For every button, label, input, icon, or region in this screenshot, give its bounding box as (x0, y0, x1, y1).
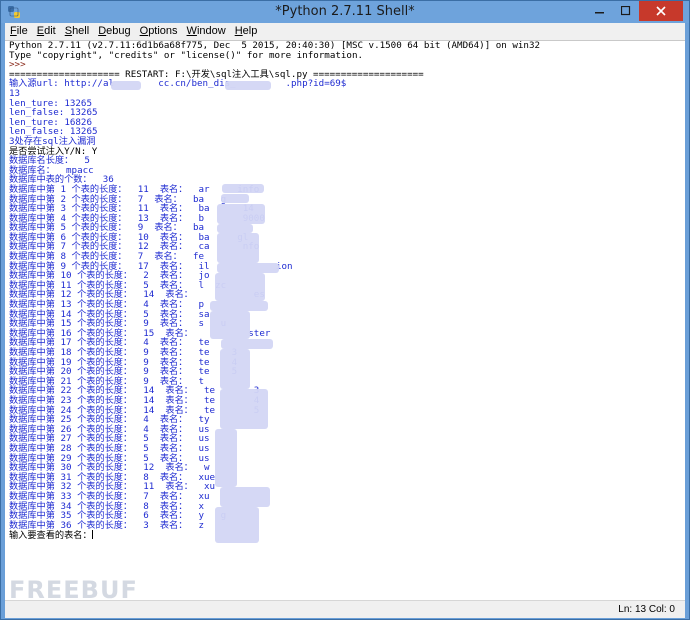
redaction-mask (215, 273, 265, 301)
menu-file[interactable]: File (5, 23, 32, 40)
menu-window[interactable]: Window (182, 23, 230, 40)
minimize-button[interactable] (587, 1, 613, 21)
redaction-mask (210, 301, 268, 311)
redaction-mask (221, 339, 273, 349)
cursor-position: Ln: 13 Col: 0 (618, 604, 675, 615)
menu-debug[interactable]: Debug (93, 23, 134, 40)
maximize-icon (621, 6, 631, 16)
menu-help[interactable]: Help (230, 23, 262, 40)
minimize-icon (595, 12, 604, 14)
menu-shell[interactable]: Shell (60, 23, 93, 40)
redaction-mask (210, 311, 250, 339)
redaction-mask (220, 487, 270, 507)
redaction-mask (220, 389, 268, 429)
menu-edit[interactable]: Edit (32, 23, 60, 40)
close-button[interactable] (639, 1, 683, 21)
console-line: 输入源url: http://al cc.cn/ben_dis_ .php?id… (9, 78, 347, 90)
redaction-mask (221, 194, 249, 203)
redaction-mask (215, 507, 259, 543)
menu-options[interactable]: Options (135, 23, 182, 40)
console-line: 数据库中第 36 个表的长度： 3 表名： z (9, 519, 205, 531)
window-title: *Python 2.7.11 Shell* (275, 4, 415, 19)
close-icon (656, 6, 666, 16)
redaction-mask (222, 184, 264, 193)
maximize-button[interactable] (613, 1, 639, 21)
status-bar: Ln: 13 Col: 0 (5, 600, 685, 618)
console-output: Python 2.7.11 (v2.7.11:6d1b6a68f775, Dec… (9, 41, 540, 540)
redaction-mask (220, 349, 250, 389)
title-bar[interactable]: *Python 2.7.11 Shell* (1, 1, 689, 23)
redaction-mask (217, 263, 279, 273)
text-cursor (91, 530, 93, 540)
console-line: Type "copyright", "credits" or "license(… (9, 49, 364, 61)
idle-shell-window: *Python 2.7.11 Shell* File Edit Shell Debug… (0, 0, 690, 620)
redaction-mask (217, 204, 265, 224)
menu-bar: File Edit Shell Debug Options Window Help (5, 23, 685, 40)
redaction-mask (225, 81, 271, 90)
redaction-mask (217, 224, 253, 233)
redaction-mask (217, 233, 259, 263)
console-line: 输入要查看的表名： (9, 530, 93, 542)
shell-text-area[interactable]: Python 2.7.11 (v2.7.11:6d1b6a68f775, Dec… (5, 40, 685, 600)
redaction-mask (215, 429, 237, 487)
redaction-mask (111, 81, 141, 90)
